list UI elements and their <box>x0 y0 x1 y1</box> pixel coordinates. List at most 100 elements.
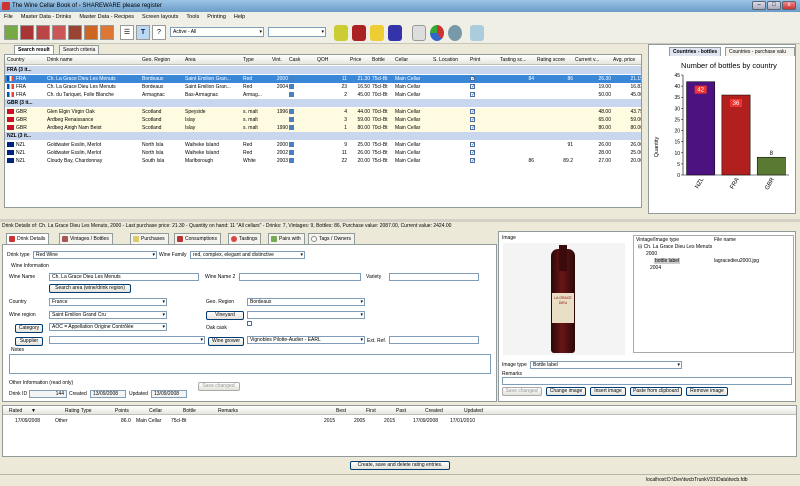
remarks-field[interactable] <box>502 377 792 385</box>
col-area[interactable]: Area <box>185 57 196 63</box>
print-checkbox[interactable]: ✓ <box>470 157 490 165</box>
tab-consumptions[interactable]: Consumptions <box>174 233 221 244</box>
col-s-location[interactable]: S. Location <box>433 57 458 63</box>
table-row[interactable]: 17/09/2008 Other 86.0 Main Cellar 75cl-B… <box>3 417 796 425</box>
person-blue-icon[interactable] <box>388 25 402 41</box>
wine-name2-field[interactable] <box>239 273 361 281</box>
col-rating-type[interactable]: Rating Type <box>65 408 92 414</box>
checkbox-icon[interactable]: ✓ <box>470 125 475 131</box>
checkbox-icon[interactable]: ✓ <box>470 84 475 90</box>
paste-clipboard-button[interactable]: Paste from clipboard <box>630 387 682 396</box>
checkbox-icon[interactable]: ✓ <box>470 117 475 123</box>
tab-pairs-with[interactable]: Pairs with <box>268 233 305 244</box>
tree-bottle-label[interactable]: bottle label <box>654 258 681 264</box>
print-checkbox[interactable]: ✓ <box>470 108 490 116</box>
menu-screen-layouts[interactable]: Screen layouts <box>138 14 182 20</box>
col-created[interactable]: Created <box>425 408 443 414</box>
col-geo-region[interactable]: Geo. Region <box>142 57 170 63</box>
group-row[interactable]: NZL (3 it... <box>5 132 641 140</box>
print-checkbox[interactable]: ✓ <box>470 141 490 149</box>
table-row[interactable]: GBR Ardbeg Airigh Nam Beist Scotland Islay s… <box>5 124 641 132</box>
bottles-icon[interactable] <box>68 25 82 40</box>
grower-select[interactable]: Vignobles Pilotte-Audier - EARL <box>247 336 365 344</box>
tab-tags-owners[interactable]: Tags / Owners <box>308 233 355 244</box>
save-changes-button[interactable]: Save changes! <box>198 382 240 391</box>
col-cellar[interactable]: Cellar <box>395 57 408 63</box>
menu-master-drinks[interactable]: Master Data - Drinks <box>17 14 75 20</box>
group-row[interactable]: GBR (3 it... <box>5 99 641 107</box>
tree-vintage-2000[interactable]: 2000 <box>646 251 657 257</box>
wine-name-field[interactable]: Ch. La Grace Dieu Les Menuts <box>49 273 199 281</box>
person-gold-icon[interactable] <box>370 25 384 41</box>
print-checkbox[interactable]: ✓ <box>470 149 490 157</box>
sort-desc-icon[interactable]: ▼ <box>31 408 36 414</box>
insert-image-button[interactable]: Insert image <box>590 387 626 396</box>
col-bottle[interactable]: Bottle <box>372 57 385 63</box>
minimize-button[interactable]: – <box>752 1 766 10</box>
supplier-select[interactable] <box>49 336 205 344</box>
col-type[interactable]: Type <box>243 57 254 63</box>
tree-vintage-2004[interactable]: 2004 <box>650 265 661 271</box>
ext-ref-field[interactable] <box>389 336 479 344</box>
wine-region-select[interactable]: Saint Emilion Grand Cru <box>49 311 167 319</box>
rack-icon[interactable] <box>52 25 66 40</box>
col-avg-price[interactable]: Avg. price <box>613 57 635 63</box>
col-cask[interactable]: Cask <box>289 57 300 63</box>
menu-file[interactable]: File <box>0 14 17 20</box>
tab-drink-details[interactable]: Drink Details <box>6 233 50 244</box>
table-row[interactable]: FRA Ch. La Grace Dieu Les Menuts Bordeaux S… <box>5 83 641 91</box>
category-button[interactable]: Category <box>15 324 43 333</box>
spirits-icon[interactable] <box>84 25 98 40</box>
tab-vintages-bottles[interactable]: Vintages / Bottles <box>59 233 113 244</box>
remove-image-button[interactable]: Remove image <box>686 387 728 396</box>
maximize-button[interactable]: □ <box>767 1 781 10</box>
checkbox-icon[interactable]: ✓ <box>470 92 475 98</box>
group-row[interactable]: FRA (3 it... <box>5 66 641 74</box>
col-cellar[interactable]: Cellar <box>149 408 162 414</box>
col-drink-name[interactable]: Drink name <box>47 57 73 63</box>
print-checkbox[interactable]: ✓ <box>470 83 490 91</box>
tab-tastings[interactable]: Tastings <box>228 233 262 244</box>
tab-purchases[interactable]: Purchases <box>130 233 169 244</box>
person-red-icon[interactable] <box>352 25 366 41</box>
table-row[interactable]: GBR Ardbeg Renaissance Scotland Islay s. mal… <box>5 116 641 124</box>
col-tasting[interactable]: Tasting sc... <box>500 57 526 63</box>
category-select[interactable]: AOC = Appellation Origine Contrôlée <box>49 323 167 331</box>
checkbox-icon[interactable]: ✓ <box>470 109 475 115</box>
col-vint[interactable]: Vint. <box>272 57 282 63</box>
print-checkbox[interactable]: ✓ <box>470 75 490 83</box>
col-remarks[interactable]: Remarks <box>218 408 238 414</box>
table-row[interactable]: NZL Goldwater Esslin, Merlot North Isla Wai… <box>5 141 641 149</box>
status-filter-select[interactable]: Active - All <box>170 27 264 37</box>
table-row[interactable]: NZL Goldwater Esslin, Merlot North Isla Wai… <box>5 149 641 157</box>
col-updated[interactable]: Updated <box>464 408 483 414</box>
trash-icon[interactable] <box>470 25 484 41</box>
filter-icon[interactable]: ☰ <box>120 25 134 40</box>
notes-field[interactable] <box>9 354 491 374</box>
checkbox-icon[interactable]: ✓ <box>470 150 475 156</box>
text-mode-button[interactable]: T <box>136 25 150 40</box>
vineyard-button[interactable]: Vineyard <box>206 311 244 320</box>
col-rated[interactable]: Rated <box>9 408 22 414</box>
table-row[interactable]: NZL Cloudy Bay, Chardonnay South Isla Marlb… <box>5 157 641 165</box>
oak-cask-checkbox[interactable] <box>247 321 252 326</box>
menu-printing[interactable]: Printing <box>203 14 230 20</box>
table-row[interactable]: FRA Ch. La Grace Dieu Les Menuts Bordeaux S… <box>5 75 641 83</box>
table-row[interactable]: GBR Glen Elgin Virgin Oak Scotland Speyside… <box>5 108 641 116</box>
col-points[interactable]: Points <box>115 408 129 414</box>
tab-countries-bottles[interactable]: Countries - bottles <box>669 47 722 56</box>
wine-family-select[interactable]: red, complex, elegant and distinctive <box>190 251 305 259</box>
col-past[interactable]: Past <box>396 408 406 414</box>
close-button[interactable]: x <box>782 1 796 10</box>
wine-bottle-icon[interactable] <box>20 25 34 40</box>
col-rating[interactable]: Rating score <box>537 57 565 63</box>
vineyard-select[interactable] <box>247 311 365 319</box>
variety-field[interactable] <box>389 273 479 281</box>
menu-master-recipes[interactable]: Master Data - Recipes <box>75 14 138 20</box>
col-country[interactable]: Country <box>7 57 25 63</box>
tab-countries-purchase[interactable]: Countries - purchase valu <box>725 47 795 56</box>
person-yellow-icon[interactable] <box>334 25 348 41</box>
menu-help[interactable]: Help <box>230 14 249 20</box>
cellar-icon[interactable] <box>4 25 18 40</box>
liquor-icon[interactable] <box>100 25 114 40</box>
